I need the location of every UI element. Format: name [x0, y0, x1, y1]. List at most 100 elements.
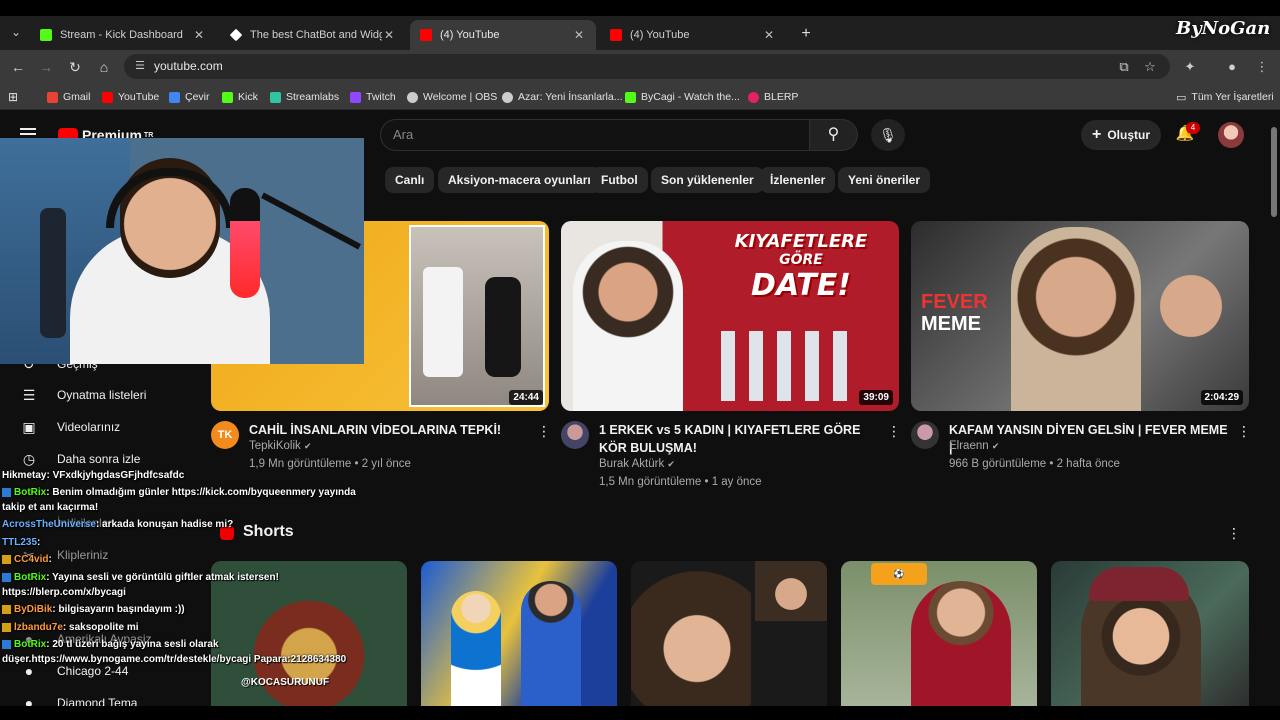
sidebar-item-playlists[interactable]: ☰ Oynatma listeleri — [18, 383, 147, 407]
search-input[interactable] — [380, 119, 810, 151]
search-button[interactable]: ⚲ — [810, 119, 858, 151]
chat-message: takip et anı kaçırma! — [2, 502, 99, 513]
forward-arrow-icon[interactable]: → — [35, 57, 57, 77]
short-thumbnail-4[interactable]: ⚽ — [841, 561, 1037, 707]
address-bar[interactable] — [124, 54, 1170, 79]
extensions-puzzle-icon[interactable]: ✦ — [1180, 57, 1200, 77]
chat-message: ByDiBik: bilgisayarın başındayım :)) — [2, 602, 185, 617]
page-scrollbar[interactable] — [1271, 127, 1277, 217]
close-tab-icon[interactable]: ✕ — [572, 28, 586, 42]
thumbnail-text: MEME — [921, 313, 981, 335]
tab-label: (4) YouTube — [440, 29, 500, 41]
chat-message: CC4vid: — [2, 552, 52, 567]
blerp-icon — [748, 91, 759, 103]
chat-message: TTL235: — [2, 537, 41, 548]
bookmark-gmail[interactable]: Gmail — [47, 89, 90, 105]
video-meta-1: 1,9 Mn görüntüleme • 2 yıl önce — [249, 458, 411, 470]
tab-kick-dashboard[interactable]: Stream - Kick Dashboard ✕ — [30, 20, 216, 50]
bookmark-translate[interactable]: Çevir — [169, 89, 210, 105]
chip-live[interactable]: Canlı — [385, 167, 435, 193]
tab-youtube[interactable]: (4) YouTube ✕ — [600, 20, 786, 50]
apps-grid-icon[interactable]: ⊞ — [8, 89, 18, 105]
site-info-icon[interactable]: ☰ — [132, 58, 148, 74]
video-title-2[interactable]: 1 ERKEK vs 5 KADIN | KIYAFETLERE GÖRE KÖ… — [599, 421, 879, 457]
kick-favicon-icon — [40, 29, 52, 41]
browser-menu-icon[interactable]: ⋮ — [1252, 57, 1272, 77]
chip-watched[interactable]: İzlenenler — [760, 167, 836, 193]
profile-icon[interactable]: ● — [1222, 57, 1242, 77]
video-channel-1[interactable]: TepkiKolik ✔ — [249, 440, 312, 452]
youtube-icon — [102, 91, 113, 103]
video-more-options-icon[interactable]: ⋮ — [887, 422, 901, 440]
short-thumbnail-2[interactable] — [421, 561, 617, 707]
chip-football[interactable]: Futbol — [591, 167, 648, 193]
video-thumbnail-2[interactable]: KIYAFETLERE GÖRE DATE! 39:09 — [561, 221, 899, 411]
chat-message: AcrossTheUniverse: arkada konuşan hadise… — [2, 519, 234, 530]
chat-message: Hikmetay: VFxdkjyhgdasGFjhdfcsafdc — [2, 470, 185, 481]
chip-new-to-you[interactable]: Yeni öneriler — [838, 167, 931, 193]
bookmark-obs[interactable]: Welcome | OBS — [407, 89, 497, 105]
chat-message: BotRix: Yayına sesli ve görüntülü giftle… — [2, 570, 279, 585]
bookmark-youtube[interactable]: YouTube — [102, 89, 159, 105]
reload-icon[interactable]: ↻ — [64, 57, 86, 77]
tab-search-chevron-icon[interactable]: ⌄ — [6, 22, 26, 42]
search-icon: ⚲ — [827, 126, 840, 143]
tab-chatbot-widgets[interactable]: The best ChatBot and Widgets ✕ — [220, 20, 406, 50]
search-placeholder: Ara — [393, 127, 414, 142]
chat-message: düşer.https://www.bynogame.com/tr/destek… — [2, 654, 347, 665]
chip-recently-uploaded[interactable]: Son yüklenenler — [651, 167, 764, 193]
new-tab-plus-icon[interactable]: + — [796, 24, 816, 44]
microphone — [230, 188, 260, 298]
shorts-more-options-icon[interactable]: ⋮ — [1227, 524, 1241, 542]
tab-youtube-active[interactable]: (4) YouTube ✕ — [410, 20, 596, 50]
globe-icon — [502, 91, 513, 103]
bookmark-blerp[interactable]: BLERP — [748, 89, 798, 105]
close-tab-icon[interactable]: ✕ — [192, 28, 206, 42]
video-meta-2: 1,5 Mn görüntüleme • 1 ay önce — [599, 476, 762, 488]
back-arrow-icon[interactable]: ← — [7, 57, 29, 77]
voice-search-mic-icon[interactable]: 🎙 — [871, 119, 905, 151]
short-thumbnail-5[interactable] — [1051, 561, 1249, 707]
mic-arm — [261, 192, 361, 250]
close-tab-icon[interactable]: ✕ — [762, 28, 776, 42]
video-thumbnail-3[interactable]: FEVER MEME 2:04:29 — [911, 221, 1249, 411]
subscriber-badge-icon — [2, 622, 11, 632]
account-avatar[interactable] — [1218, 122, 1244, 148]
video-more-options-icon[interactable]: ⋮ — [537, 422, 551, 440]
thumbnail-text: DATE! — [751, 268, 851, 303]
bookmark-twitch[interactable]: Twitch — [350, 89, 396, 105]
verified-check-icon: ✔ — [667, 459, 675, 469]
folder-icon: ▭ — [1176, 91, 1187, 104]
channel-avatar[interactable] — [561, 421, 589, 449]
video-channel-2[interactable]: Burak Aktürk ✔ — [599, 458, 675, 470]
channel-avatar[interactable] — [911, 421, 939, 449]
bookmark-bycagi[interactable]: ByCagi - Watch the... — [625, 89, 740, 105]
translate-icon — [169, 91, 180, 103]
sidebar-item-your-videos[interactable]: ▣ Videolarınız — [18, 415, 120, 439]
youtube-favicon-icon — [610, 29, 622, 41]
all-bookmarks[interactable]: ▭ Tüm Yer İşaretleri — [1176, 89, 1274, 105]
chip-action-adventure[interactable]: Aksiyon-macera oyunları — [438, 167, 601, 193]
cast-install-icon[interactable]: ⧉ — [1114, 57, 1134, 77]
video-title-1[interactable]: CAHİL İNSANLARIN VİDEOLARINA TEPKİ! — [249, 421, 529, 439]
close-tab-icon[interactable]: ✕ — [382, 28, 396, 42]
video-more-options-icon[interactable]: ⋮ — [1237, 422, 1251, 440]
bookmark-azar[interactable]: Azar: Yeni İnsanlarla... — [502, 89, 622, 105]
tab-label: Stream - Kick Dashboard — [60, 29, 183, 41]
tab-label: (4) YouTube — [630, 29, 690, 41]
watch-later-icon: ◷ — [22, 451, 36, 467]
address-bar-url[interactable]: youtube.com — [154, 59, 223, 73]
bookmark-streamlabs[interactable]: Streamlabs — [270, 89, 339, 105]
subscriber-badge-icon — [2, 554, 11, 564]
video-duration: 24:44 — [509, 390, 543, 405]
tab-label: The best ChatBot and Widgets — [250, 29, 382, 41]
bookmark-kick[interactable]: Kick — [222, 89, 258, 105]
bookmark-star-icon[interactable]: ☆ — [1140, 57, 1160, 77]
short-thumbnail-3[interactable] — [631, 561, 827, 707]
home-icon[interactable]: ⌂ — [93, 57, 115, 77]
your-videos-icon: ▣ — [22, 419, 36, 435]
create-button[interactable]: + Oluştur — [1081, 120, 1161, 150]
channel-avatar[interactable]: TK — [211, 421, 239, 449]
chat-message: BotRix: Benim olmadığım günler https://k… — [2, 485, 356, 500]
video-channel-3[interactable]: Elraenn ✔ — [949, 440, 999, 452]
